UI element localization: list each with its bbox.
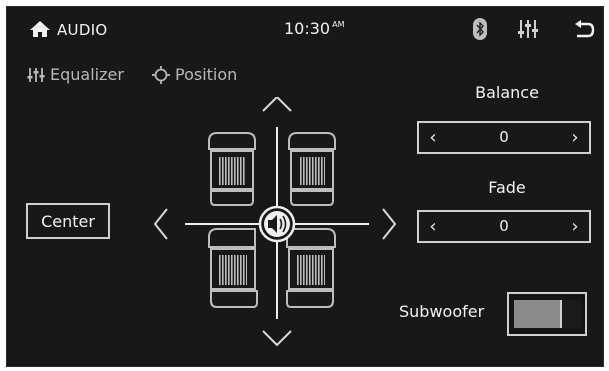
seat-front-left: [208, 132, 256, 206]
balance-label: Balance: [475, 83, 539, 102]
app-title: AUDIO: [57, 21, 108, 39]
crosshair-icon: [152, 65, 170, 84]
status-bar: AUDIO 10:30 AM: [7, 7, 603, 47]
clock-time: 10:30: [284, 19, 331, 38]
balance-stepper: ‹ 0 ›: [417, 121, 591, 154]
balance-increase-button[interactable]: ›: [563, 123, 587, 152]
tab-position-label: Position: [175, 65, 238, 84]
speaker-position-icon[interactable]: [258, 205, 296, 243]
equalizer-icon[interactable]: [517, 19, 539, 39]
chevron-right-icon: ›: [571, 127, 579, 148]
clock: 10:30 AM: [284, 19, 344, 38]
audio-screen: AUDIO 10:30 AM Equalizer Position Center…: [6, 6, 604, 367]
fade-increase-button[interactable]: ›: [563, 212, 587, 241]
arrow-down-icon[interactable]: [262, 330, 292, 347]
equalizer-icon: [27, 67, 45, 82]
tab-equalizer[interactable]: Equalizer: [27, 65, 124, 84]
subwoofer-label: Subwoofer: [399, 302, 485, 321]
home-icon[interactable]: [29, 20, 51, 38]
seat-position-map[interactable]: [147, 97, 407, 357]
arrow-up-icon[interactable]: [262, 97, 292, 112]
clock-ampm: AM: [332, 20, 345, 29]
center-button[interactable]: Center: [26, 203, 110, 239]
chevron-right-icon: ›: [571, 216, 579, 237]
back-icon[interactable]: [573, 19, 595, 39]
fade-stepper: ‹ 0 ›: [417, 210, 591, 243]
arrow-right-icon[interactable]: [382, 208, 397, 240]
fade-label: Fade: [488, 178, 526, 197]
subwoofer-toggle-track: [514, 300, 560, 328]
bluetooth-icon: [473, 18, 487, 40]
tab-position[interactable]: Position: [152, 65, 237, 84]
tab-equalizer-label: Equalizer: [50, 65, 124, 84]
subwoofer-toggle[interactable]: [507, 292, 587, 336]
seat-rear-right: [286, 228, 336, 308]
arrow-left-icon[interactable]: [153, 208, 168, 240]
seat-front-right: [288, 132, 336, 206]
subwoofer-toggle-thumb: [560, 300, 582, 328]
seat-rear-left: [208, 228, 258, 308]
